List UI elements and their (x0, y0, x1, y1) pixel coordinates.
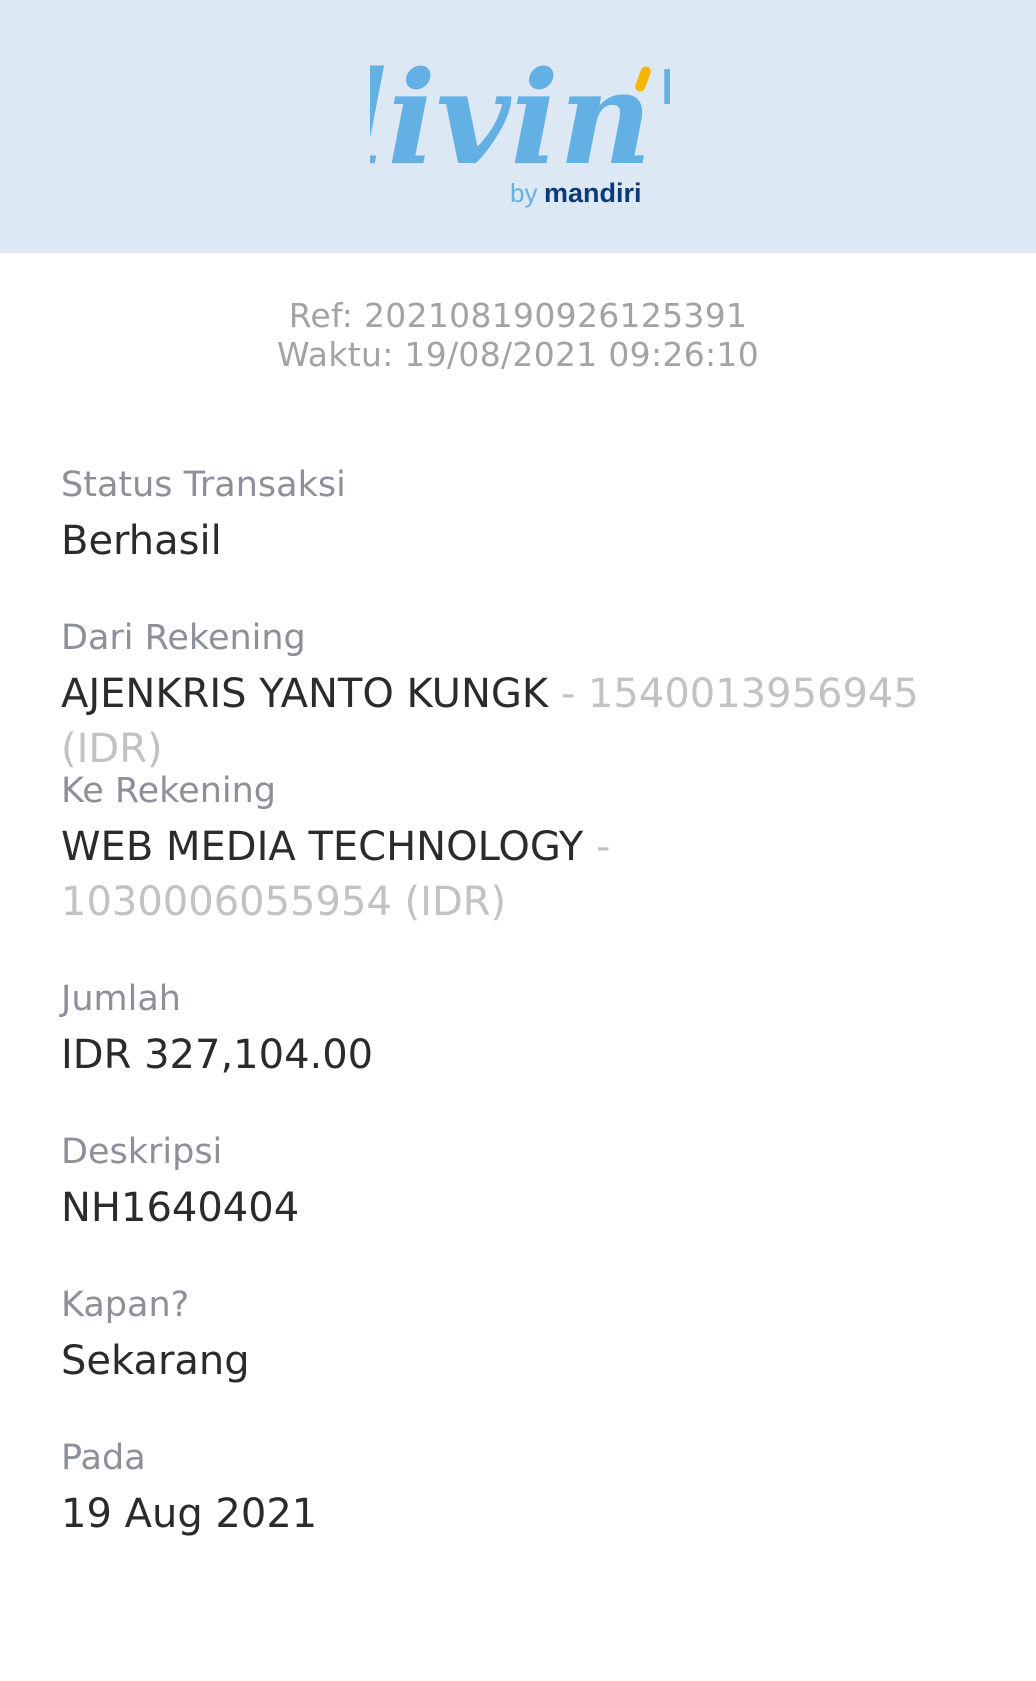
to-account-value: WEB MEDIA TECHNOLOGY - 1030006055954 (ID… (61, 820, 921, 930)
from-account-label: Dari Rekening (61, 618, 306, 658)
logo-script-text: livin' (370, 44, 670, 194)
description-label: Deskripsi (61, 1132, 223, 1172)
field-amount: Jumlah IDR 327,104.00 (61, 979, 991, 1083)
to-account-name: WEB MEDIA TECHNOLOGY (61, 824, 584, 870)
field-to-account: Ke Rekening WEB MEDIA TECHNOLOGY - 10300… (61, 771, 991, 930)
status-value: Berhasil (61, 518, 222, 564)
date-value: 19 Aug 2021 (61, 1491, 318, 1537)
transaction-time: Waktu: 19/08/2021 09:26:10 (276, 335, 759, 374)
field-when: Kapan? Sekarang (61, 1285, 991, 1389)
field-date: Pada 19 Aug 2021 (61, 1438, 991, 1542)
logo-by-text: by (510, 178, 537, 208)
livin-mandiri-logo: livin' by mandiri (370, 38, 670, 218)
header-banner: livin' by mandiri (0, 0, 1036, 253)
amount-value: IDR 327,104.00 (61, 1032, 374, 1078)
field-status: Status Transaksi Berhasil (61, 465, 991, 569)
reference-number: Ref: 20210819092612539​1 (288, 296, 748, 335)
to-account-label: Ke Rekening (61, 771, 277, 811)
logo-bank-text: mandiri (544, 178, 642, 208)
from-account-name: AJENKRIS YANTO KUNGK (61, 671, 549, 717)
field-description: Deskripsi NH1640404 (61, 1132, 991, 1236)
from-account-value: AJENKRIS YANTO KUNGK - 1540013956945 (ID… (61, 667, 991, 777)
logo-graphic: livin' by mandiri (370, 44, 670, 208)
when-value: Sekarang (61, 1338, 250, 1384)
amount-label: Jumlah (61, 979, 181, 1019)
when-label: Kapan? (61, 1285, 190, 1325)
status-label: Status Transaksi (61, 465, 346, 505)
field-from-account: Dari Rekening AJENKRIS YANTO KUNGK - 154… (61, 618, 991, 777)
description-value: NH1640404 (61, 1185, 300, 1231)
receipt-meta: Ref: 20210819092612539​1 Waktu: 19/08/20… (0, 296, 1036, 374)
date-label: Pada (61, 1438, 146, 1478)
